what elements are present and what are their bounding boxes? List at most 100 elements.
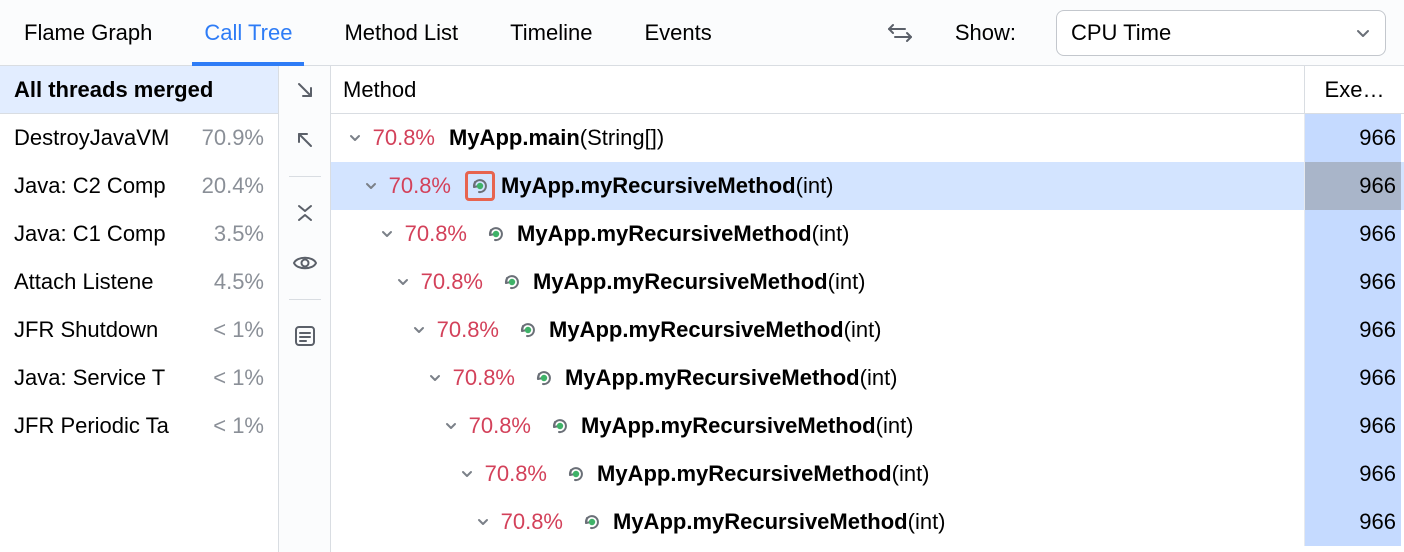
recursive-icon [497,267,527,297]
tab-method-list[interactable]: Method List [338,0,464,65]
exe-value: 966 [1359,221,1396,247]
thread-row[interactable]: Java: C1 Comp 3.5% [0,210,278,258]
method-cell: 70.8% MyApp.myRecursiveMethod(int) [331,219,1304,249]
method-name: MyApp.myRecursiveMethod(int) [613,509,946,535]
separator [289,176,321,177]
eye-icon[interactable] [291,249,319,277]
tree-row[interactable]: 70.8% MyApp.myRecursiveMethod(int) 966 [331,162,1404,210]
chevron-down-icon[interactable] [441,419,461,433]
thread-pct: < 1% [213,365,264,391]
show-label: Show: [955,20,1016,46]
thread-name: DestroyJavaVM [14,125,194,151]
method-cell: 70.8% MyApp.myRecursiveMethod(int) [331,459,1304,489]
exe-cell: 966 [1304,450,1404,498]
thread-row[interactable]: JFR Shutdown< 1% [0,306,278,354]
pct: 70.8% [435,317,513,343]
column-exe[interactable]: Exe… [1304,66,1404,113]
threads-panel: All threads merged DestroyJavaVM 70.9% Jav… [0,66,279,552]
recursive-icon [513,315,543,345]
method-cell: 70.8%MyApp.myRecursiveMethod(int) [331,507,1304,537]
exe-cell: 966 [1304,114,1404,162]
exe-cell: 966 [1304,258,1404,306]
exe-value: 966 [1359,173,1396,199]
pct: 70.8% [451,365,529,391]
tab-flame-graph[interactable]: Flame Graph [18,0,158,65]
method-cell: 70.8% MyApp.myRecursiveMethod(int) [331,315,1304,345]
tab-call-tree[interactable]: Call Tree [198,0,298,65]
tree-row[interactable]: 70.8% MyApp.myRecursiveMethod(int) 966 [331,210,1404,258]
tree-row[interactable]: 70.8% MyApp.myRecursiveMethod(int) 966 [331,306,1404,354]
chevron-down-icon[interactable] [409,323,429,337]
exe-value: 966 [1359,269,1396,295]
chevron-down-icon [1355,25,1371,41]
recursive-icon [577,507,607,537]
recursive-icon [481,219,511,249]
list-icon[interactable] [291,322,319,350]
chevron-down-icon[interactable] [361,179,381,193]
exe-cell: 966 [1304,402,1404,450]
thread-pct: < 1% [213,413,264,439]
toolstrip [279,66,331,552]
pct: 70.8% [403,221,481,247]
chevron-down-icon[interactable] [393,275,413,289]
pct: 70.8% [387,173,465,199]
exe-cell: 966 [1304,354,1404,402]
chevron-down-icon[interactable] [345,131,365,145]
tree-row[interactable]: 70.8%MyApp.main(String[]) 966 [331,114,1404,162]
arrow-se-icon[interactable] [291,76,319,104]
recursive-icon [561,459,591,489]
thread-row[interactable]: JFR Periodic Ta < 1% [0,402,278,450]
pct: 70.8% [483,461,561,487]
method-cell: 70.8%MyApp.main(String[]) [331,125,1304,151]
method-name: MyApp.myRecursiveMethod(int) [501,173,834,199]
chevron-down-icon[interactable] [457,467,477,481]
thread-pct: 4.5% [214,269,264,295]
method-name: MyApp.myRecursiveMethod(int) [565,365,898,391]
tree-row[interactable]: 70.8% MyApp.myRecursiveMethod(int) 966 [331,450,1404,498]
method-name: MyApp.myRecursiveMethod(int) [533,269,866,295]
collapse-icon[interactable] [291,199,319,227]
thread-row[interactable]: DestroyJavaVM 70.9% [0,114,278,162]
separator [289,299,321,300]
thread-row[interactable]: Attach Listene4.5% [0,258,278,306]
exe-value: 966 [1359,509,1396,535]
method-name: MyApp.myRecursiveMethod(int) [517,221,850,247]
tab-events[interactable]: Events [639,0,718,65]
thread-name: Java: C1 Comp [14,221,206,247]
arrow-nw-icon[interactable] [291,126,319,154]
tree-header: Method Exe… [331,66,1404,114]
exe-cell: 966 [1304,162,1404,210]
column-method[interactable]: Method [331,66,1304,113]
thread-pct: 3.5% [214,221,264,247]
exe-value: 966 [1359,317,1396,343]
tree-row[interactable]: 70.8%MyApp.myRecursiveMethod(int) 966 [331,498,1404,546]
method-name: MyApp.myRecursiveMethod(int) [581,413,914,439]
exe-cell: 966 [1304,498,1404,546]
tree-row[interactable]: 70.8% MyApp.myRecursiveMethod(int) 966 [331,354,1404,402]
thread-row[interactable]: Java: C2 Comp20.4% [0,162,278,210]
exe-value: 966 [1359,413,1396,439]
exe-cell: 966 [1304,210,1404,258]
thread-name: JFR Periodic Ta [14,413,205,439]
chevron-down-icon[interactable] [425,371,445,385]
method-name: MyApp.myRecursiveMethod(int) [597,461,930,487]
method-name: MyApp.main(String[]) [449,125,664,151]
tab-timeline[interactable]: Timeline [504,0,598,65]
swap-icon[interactable] [885,21,915,45]
method-cell: 70.8%MyApp.myRecursiveMethod(int) [331,267,1304,297]
exe-value: 966 [1359,461,1396,487]
threads-header[interactable]: All threads merged [0,66,278,114]
thread-pct: 70.9% [202,125,264,151]
exe-value: 966 [1359,125,1396,151]
tree-row[interactable]: 70.8%MyApp.myRecursiveMethod(int) 966 [331,258,1404,306]
show-select[interactable]: CPU Time [1056,10,1386,56]
call-tree: Method Exe… 70.8%MyApp.main(String[])966… [331,66,1404,552]
chevron-down-icon[interactable] [473,515,493,529]
thread-pct: < 1% [213,317,264,343]
method-name: MyApp.myRecursiveMethod(int) [549,317,882,343]
recursive-icon [545,411,575,441]
chevron-down-icon[interactable] [377,227,397,241]
tree-row[interactable]: 70.8%MyApp.myRecursiveMethod(int)966 [331,402,1404,450]
exe-cell: 966 [1304,306,1404,354]
thread-row[interactable]: Java: Service T< 1% [0,354,278,402]
